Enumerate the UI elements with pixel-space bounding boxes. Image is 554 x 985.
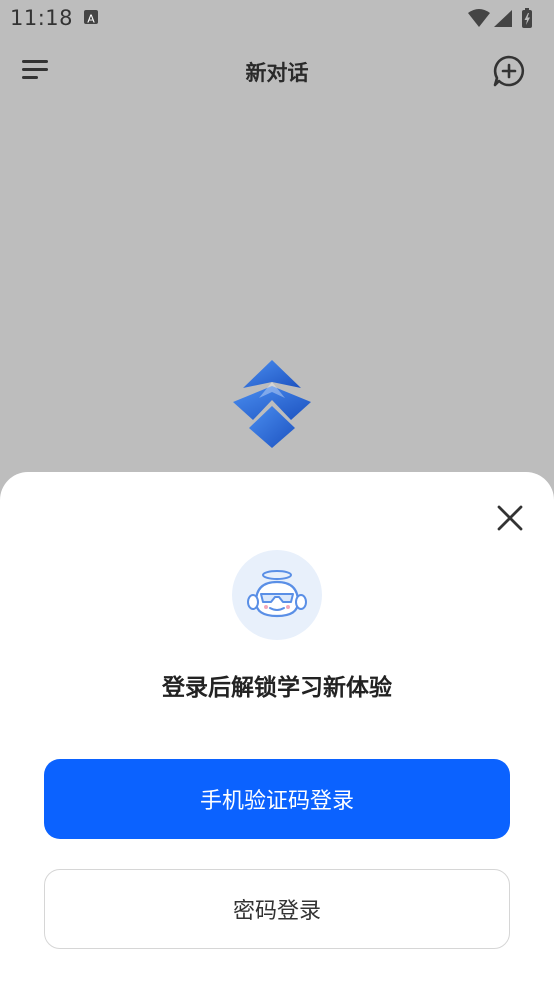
sms-login-label: 手机验证码登录: [199, 789, 354, 814]
signal-icon: [494, 10, 512, 27]
robot-avatar-icon: [232, 550, 322, 640]
page-title: 新对话: [245, 61, 309, 85]
sheet-heading: 登录后解锁学习新体验: [162, 675, 392, 701]
status-time: 11:18: [10, 6, 74, 30]
app-logo-icon: [229, 358, 315, 450]
battery-icon: [522, 8, 532, 28]
app-bar: 新对话: [0, 40, 554, 100]
status-bar: 11:18 A: [0, 0, 554, 38]
screen: 11:18 A 新对话 登录后解锁学习新体验 手机验证码登录 密码登录: [0, 0, 554, 985]
sms-login-button[interactable]: 手机验证码登录: [44, 759, 510, 839]
password-login-label: 密码登录: [232, 899, 321, 924]
password-login-button[interactable]: 密码登录: [44, 869, 510, 949]
login-sheet: 登录后解锁学习新体验 手机验证码登录 密码登录: [0, 472, 554, 985]
new-chat-icon[interactable]: [492, 54, 526, 88]
wifi-icon: [468, 9, 490, 27]
status-icons: [464, 7, 544, 31]
close-icon[interactable]: [494, 502, 526, 534]
svg-text:A: A: [87, 13, 95, 26]
notification-a-icon: A: [84, 10, 98, 26]
